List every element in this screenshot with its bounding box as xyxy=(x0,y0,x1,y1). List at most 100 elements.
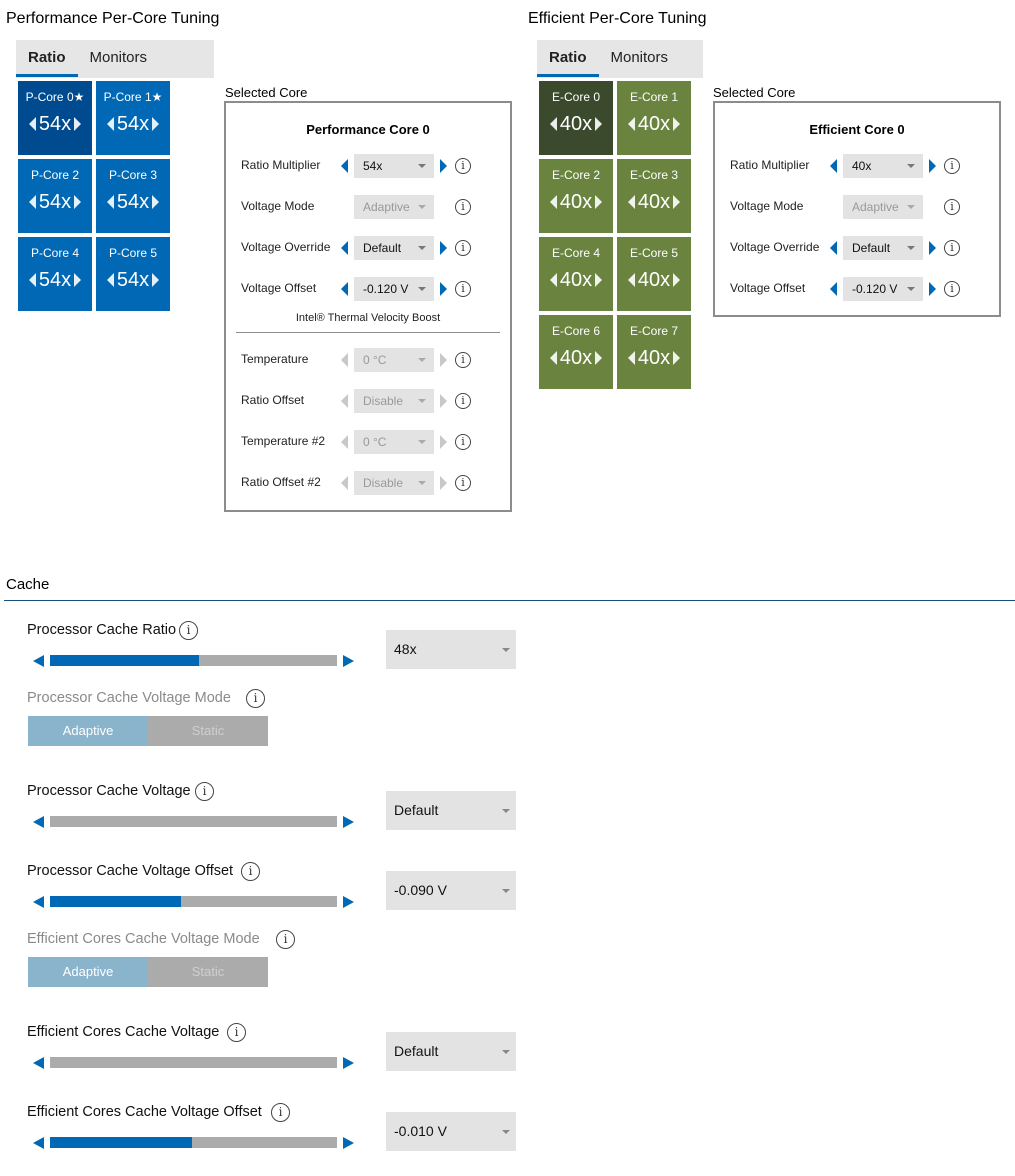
right-triangle-icon[interactable] xyxy=(440,435,447,449)
processor-cache-voltage-offset-decrement[interactable] xyxy=(33,896,44,908)
p-core-tile-2[interactable]: P-Core 2 54x xyxy=(18,159,92,233)
info-icon[interactable]: i xyxy=(455,240,471,256)
info-icon[interactable]: i xyxy=(271,1103,290,1122)
setting-dropdown[interactable]: -0.120 V xyxy=(354,277,434,301)
e-core-tile-4[interactable]: E-Core 4 40x xyxy=(539,237,613,311)
p-core-tile-5[interactable]: P-Core 5 54x xyxy=(96,237,170,311)
performance-tab-monitors[interactable]: Monitors xyxy=(78,40,160,78)
right-triangle-icon[interactable] xyxy=(152,117,160,131)
info-icon[interactable]: i xyxy=(455,352,471,368)
p-core-tile-3[interactable]: P-Core 3 54x xyxy=(96,159,170,233)
processor-cache-voltage-slider[interactable] xyxy=(50,816,337,827)
efficient-cache-voltage-offset-slider[interactable] xyxy=(50,1137,337,1148)
processor-cache-voltage-increment[interactable] xyxy=(343,816,354,828)
left-triangle-icon[interactable] xyxy=(627,117,635,131)
left-triangle-icon[interactable] xyxy=(341,435,348,449)
right-triangle-icon[interactable] xyxy=(152,273,160,287)
right-triangle-icon[interactable] xyxy=(595,273,603,287)
info-icon[interactable]: i xyxy=(195,782,214,801)
info-icon[interactable]: i xyxy=(455,434,471,450)
left-triangle-icon[interactable] xyxy=(830,241,837,255)
left-triangle-icon[interactable] xyxy=(627,273,635,287)
setting-dropdown[interactable]: -0.120 V xyxy=(843,277,923,301)
info-icon[interactable]: i xyxy=(241,862,260,881)
efficient-cache-voltage-increment[interactable] xyxy=(343,1057,354,1069)
left-triangle-icon[interactable] xyxy=(341,282,348,296)
setting-dropdown[interactable]: Disable xyxy=(354,471,434,495)
right-triangle-icon[interactable] xyxy=(929,159,936,173)
info-icon[interactable]: i xyxy=(944,281,960,297)
right-triangle-icon[interactable] xyxy=(440,282,447,296)
left-triangle-icon[interactable] xyxy=(830,282,837,296)
right-triangle-icon[interactable] xyxy=(673,117,681,131)
left-triangle-icon[interactable] xyxy=(549,195,557,209)
info-icon[interactable]: i xyxy=(246,689,265,708)
right-triangle-icon[interactable] xyxy=(673,273,681,287)
performance-tab-ratio[interactable]: Ratio xyxy=(16,40,78,78)
left-triangle-icon[interactable] xyxy=(341,394,348,408)
right-triangle-icon[interactable] xyxy=(74,195,82,209)
setting-dropdown[interactable]: Default xyxy=(843,236,923,260)
left-triangle-icon[interactable] xyxy=(106,195,114,209)
right-triangle-icon[interactable] xyxy=(595,351,603,365)
e-core-tile-2[interactable]: E-Core 2 40x xyxy=(539,159,613,233)
p-core-tile-0[interactable]: P-Core 0★ 54x xyxy=(18,81,92,155)
toggle-option-adaptive[interactable]: Adaptive xyxy=(28,716,148,746)
right-triangle-icon[interactable] xyxy=(152,195,160,209)
left-triangle-icon[interactable] xyxy=(106,273,114,287)
efficient-cache-voltage-offset-decrement[interactable] xyxy=(33,1137,44,1149)
info-icon[interactable]: i xyxy=(455,475,471,491)
p-core-tile-4[interactable]: P-Core 4 54x xyxy=(18,237,92,311)
efficient-cache-voltage-mode-toggle[interactable]: Adaptive Static xyxy=(28,957,268,987)
left-triangle-icon[interactable] xyxy=(549,273,557,287)
setting-dropdown[interactable]: Adaptive xyxy=(843,195,923,219)
efficient-tab-ratio[interactable]: Ratio xyxy=(537,40,599,78)
info-icon[interactable]: i xyxy=(227,1023,246,1042)
efficient-cache-voltage-decrement[interactable] xyxy=(33,1057,44,1069)
left-triangle-icon[interactable] xyxy=(341,159,348,173)
right-triangle-icon[interactable] xyxy=(440,241,447,255)
right-triangle-icon[interactable] xyxy=(673,351,681,365)
processor-cache-voltage-offset-increment[interactable] xyxy=(343,896,354,908)
setting-dropdown[interactable]: 0 °C xyxy=(354,430,434,454)
right-triangle-icon[interactable] xyxy=(440,394,447,408)
e-core-tile-3[interactable]: E-Core 3 40x xyxy=(617,159,691,233)
efficient-cache-voltage-dropdown[interactable]: Default xyxy=(386,1032,516,1071)
right-triangle-icon[interactable] xyxy=(440,353,447,367)
e-core-tile-0[interactable]: E-Core 0 40x xyxy=(539,81,613,155)
left-triangle-icon[interactable] xyxy=(28,117,36,131)
toggle-option-static[interactable]: Static xyxy=(148,716,268,746)
info-icon[interactable]: i xyxy=(455,199,471,215)
right-triangle-icon[interactable] xyxy=(595,117,603,131)
efficient-cache-voltage-slider[interactable] xyxy=(50,1057,337,1068)
e-core-tile-6[interactable]: E-Core 6 40x xyxy=(539,315,613,389)
right-triangle-icon[interactable] xyxy=(74,117,82,131)
processor-cache-voltage-dropdown[interactable]: Default xyxy=(386,791,516,830)
setting-dropdown[interactable]: 54x xyxy=(354,154,434,178)
toggle-option-adaptive[interactable]: Adaptive xyxy=(28,957,148,987)
processor-cache-ratio-slider[interactable] xyxy=(50,655,337,666)
e-core-tile-1[interactable]: E-Core 1 40x xyxy=(617,81,691,155)
efficient-tab-monitors[interactable]: Monitors xyxy=(599,40,681,78)
processor-cache-ratio-increment[interactable] xyxy=(343,655,354,667)
efficient-cache-voltage-offset-dropdown[interactable]: -0.010 V xyxy=(386,1112,516,1151)
toggle-option-static[interactable]: Static xyxy=(148,957,268,987)
e-core-tile-7[interactable]: E-Core 7 40x xyxy=(617,315,691,389)
processor-cache-voltage-mode-toggle[interactable]: Adaptive Static xyxy=(28,716,268,746)
setting-dropdown[interactable]: Disable xyxy=(354,389,434,413)
left-triangle-icon[interactable] xyxy=(627,195,635,209)
efficient-cache-voltage-offset-increment[interactable] xyxy=(343,1137,354,1149)
setting-dropdown[interactable]: 0 °C xyxy=(354,348,434,372)
right-triangle-icon[interactable] xyxy=(74,273,82,287)
setting-dropdown[interactable]: 40x xyxy=(843,154,923,178)
info-icon[interactable]: i xyxy=(179,621,198,640)
left-triangle-icon[interactable] xyxy=(549,351,557,365)
e-core-tile-5[interactable]: E-Core 5 40x xyxy=(617,237,691,311)
left-triangle-icon[interactable] xyxy=(28,195,36,209)
processor-cache-ratio-decrement[interactable] xyxy=(33,655,44,667)
info-icon[interactable]: i xyxy=(944,240,960,256)
right-triangle-icon[interactable] xyxy=(929,282,936,296)
setting-dropdown[interactable]: Default xyxy=(354,236,434,260)
left-triangle-icon[interactable] xyxy=(28,273,36,287)
left-triangle-icon[interactable] xyxy=(341,353,348,367)
